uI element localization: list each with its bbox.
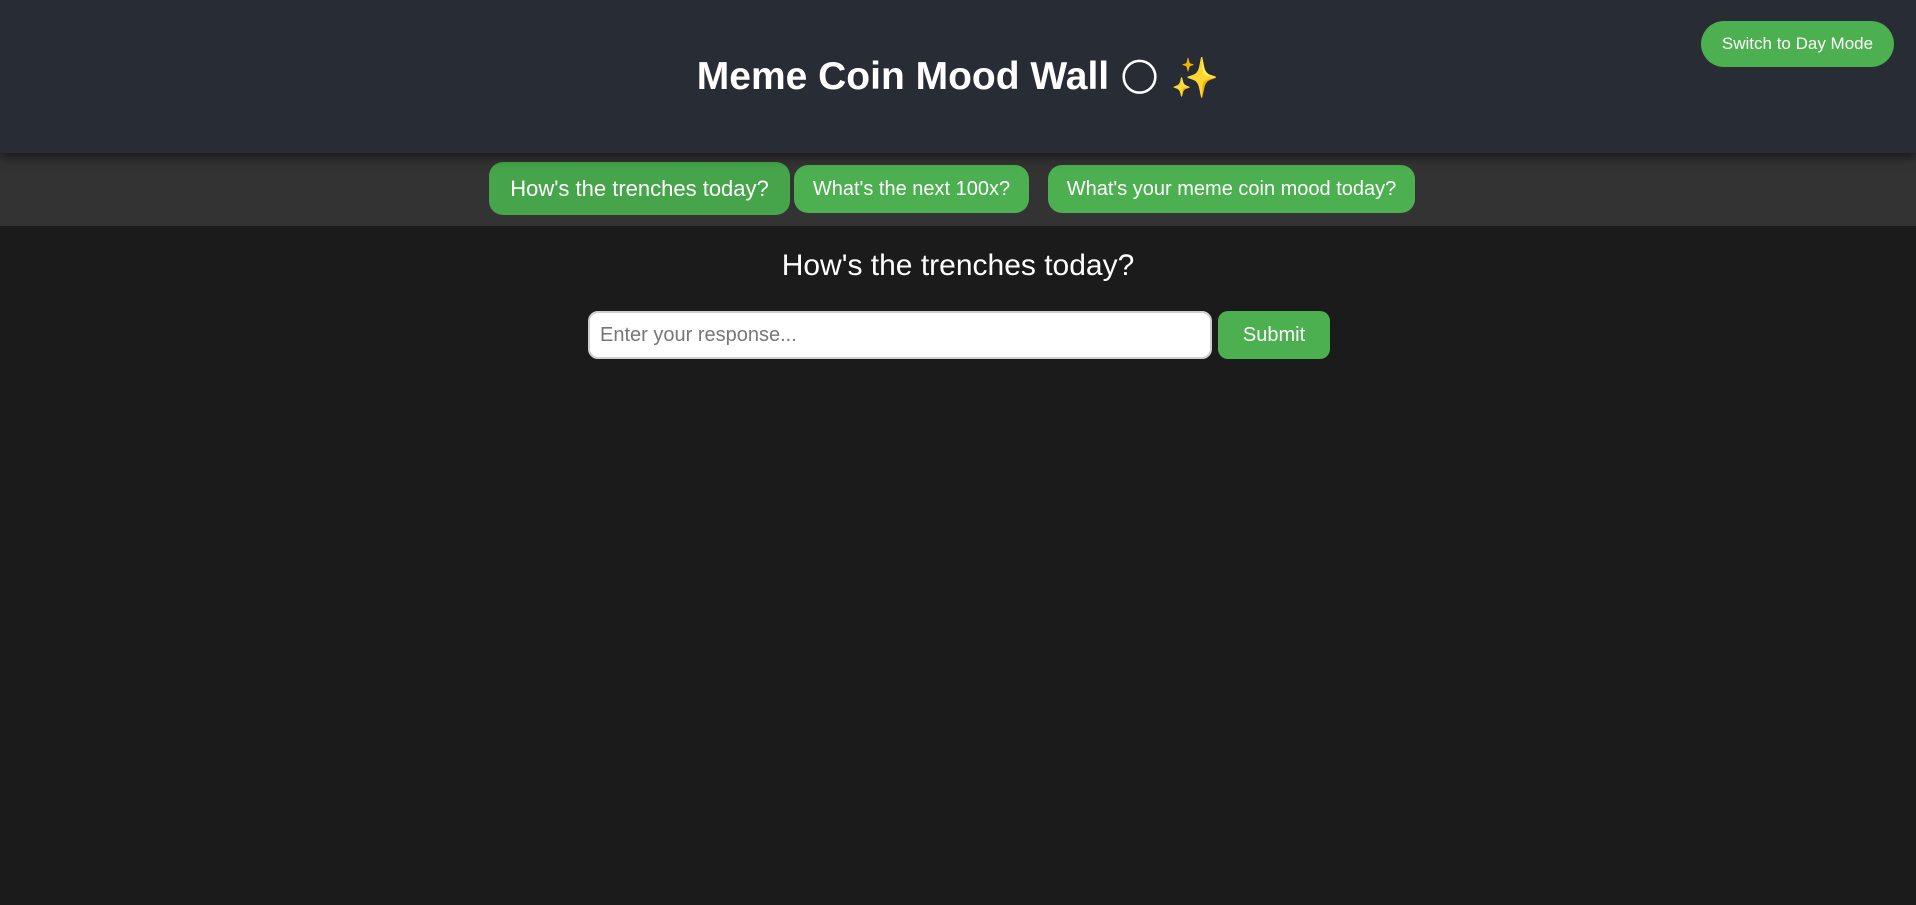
moon-icon: 🌕 [1119, 56, 1160, 100]
page-title-text: Meme Coin Mood Wall [696, 55, 1110, 98]
response-input[interactable] [588, 311, 1212, 359]
tab-next-100x[interactable]: What's the next 100x? [794, 165, 1029, 213]
sparkles-icon: ✨ [1170, 56, 1220, 100]
page-title: Meme Coin Mood Wall 🌕 ✨ [0, 52, 1916, 104]
switch-to-day-mode-button[interactable]: Switch to Day Mode [1701, 21, 1894, 67]
header: Meme Coin Mood Wall 🌕 ✨ Switch to Day Mod… [0, 0, 1916, 153]
tab-meme-coin-mood[interactable]: What's your meme coin mood today? [1048, 165, 1415, 213]
tab-trenches-today[interactable]: How's the trenches today? [489, 162, 790, 215]
submit-button[interactable]: Submit [1218, 311, 1330, 359]
question-heading: How's the trenches today? [781, 249, 1135, 282]
question-tab-bar: How's the trenches today? What's the nex… [0, 153, 1916, 226]
